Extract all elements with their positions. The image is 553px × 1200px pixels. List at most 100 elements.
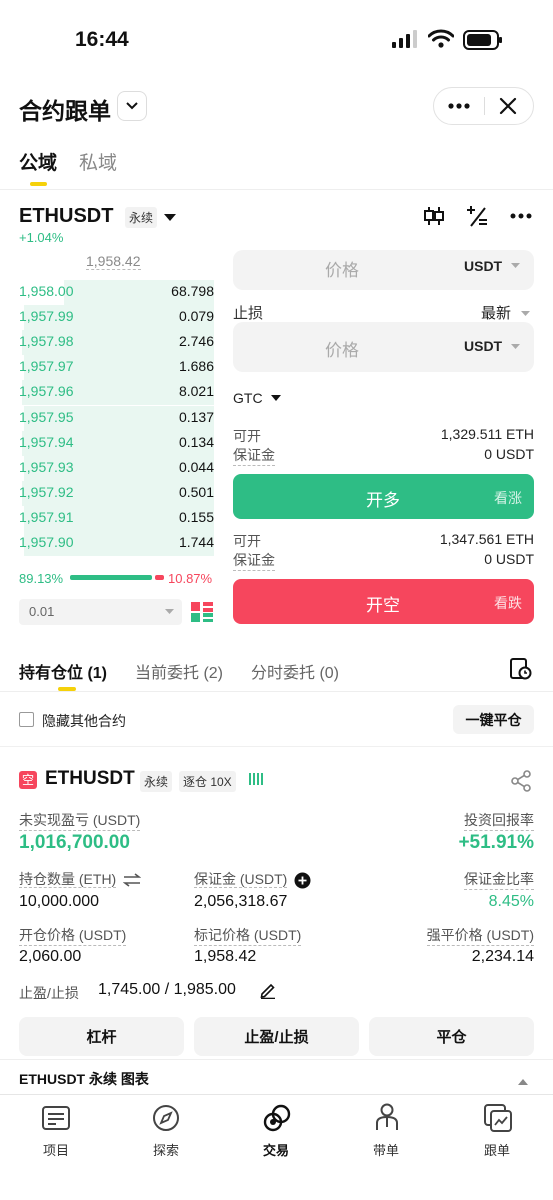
orderbook-row[interactable]: 1,957.99 0.079 xyxy=(0,305,214,331)
tpsl-label: 止盈/止损 xyxy=(19,985,79,1001)
order-history-icon[interactable] xyxy=(509,657,533,686)
bid-quantity: 2.746 xyxy=(178,333,214,350)
orderbook-row[interactable]: 1,957.90 1.744 xyxy=(0,531,214,556)
mark-price-value: 1,958.42 xyxy=(194,948,257,965)
liq-price-label: 强平价格 (USDT) xyxy=(426,925,534,946)
tab-projects-label[interactable]: 项目 xyxy=(1,1140,111,1159)
trigger-label: 最新 xyxy=(481,305,512,322)
tab-copy-icon[interactable] xyxy=(484,1104,512,1137)
title-dropdown-button[interactable] xyxy=(117,91,147,121)
tif-select[interactable]: GTC xyxy=(233,390,282,408)
calculator-icon[interactable] xyxy=(466,205,488,232)
tab-active-indicator xyxy=(30,182,47,186)
divider xyxy=(0,691,553,692)
bid-price: 1,957.99 xyxy=(19,308,74,325)
tab-copy-label[interactable]: 跟单 xyxy=(442,1140,552,1159)
orderbook-row[interactable]: 1,957.97 1.686 xyxy=(0,355,214,381)
entry-price-value: 2,060.00 xyxy=(19,948,82,965)
chart-toggle[interactable]: ETHUSDT 永续 图表 xyxy=(19,1069,149,1089)
bid-price: 1,957.97 xyxy=(19,358,74,375)
edit-tpsl-icon[interactable] xyxy=(259,981,277,1004)
close-all-button[interactable]: 一键平仓 xyxy=(453,705,534,734)
tab-open-orders[interactable]: 当前委托 (2) xyxy=(135,659,223,683)
position-margin-value: 2,056,318.67 xyxy=(194,893,288,910)
caret-down-icon xyxy=(165,609,174,614)
open-long-button[interactable]: 开多 看涨 xyxy=(233,474,534,519)
candlestick-icon[interactable] xyxy=(423,205,445,232)
price-placeholder: 价格 xyxy=(325,261,359,280)
capsule-menu xyxy=(433,87,534,125)
tab-explore-label[interactable]: 探索 xyxy=(111,1140,221,1159)
tab-explore-icon[interactable] xyxy=(152,1104,180,1137)
caret-down-icon xyxy=(511,263,520,268)
orderbook-row[interactable]: 1,958.00 68.798 xyxy=(0,280,214,305)
tab-public[interactable]: 公域 xyxy=(19,148,57,175)
ratio-bar-sell xyxy=(154,575,164,580)
stop-loss-price-input[interactable]: 价格 USDT xyxy=(233,322,534,372)
mid-price: 1,958.42 xyxy=(86,253,141,270)
orderbook-row[interactable]: 1,957.96 8.021 xyxy=(0,380,214,406)
leverage-button[interactable]: 杠杆 xyxy=(19,1017,184,1056)
orderbook-row[interactable]: 1,957.93 0.044 xyxy=(0,455,214,481)
bid-price: 1,957.93 xyxy=(19,458,74,475)
margin-ratio-value: 8.45% xyxy=(488,893,534,910)
position-symbol: ETHUSDT xyxy=(45,768,135,789)
status-time: 16:44 xyxy=(75,28,129,51)
stop-loss-trigger-select[interactable]: 最新 xyxy=(481,302,531,323)
tab-positions[interactable]: 持有仓位 (1) xyxy=(19,659,107,683)
bid-quantity: 0.079 xyxy=(178,308,214,325)
bid-price: 1,957.95 xyxy=(19,408,74,425)
tab-private[interactable]: 私域 xyxy=(79,148,117,175)
orderbook-row[interactable]: 1,957.94 0.134 xyxy=(0,430,214,456)
orderbook-layout-icon[interactable] xyxy=(191,601,213,628)
long-avail-label: 可开 xyxy=(233,428,261,444)
orderbook-row[interactable]: 1,957.98 2.746 xyxy=(0,330,214,356)
bid-price: 1,957.91 xyxy=(19,508,74,525)
open-short-label: 开空 xyxy=(366,596,400,615)
open-short-button[interactable]: 开空 看跌 xyxy=(233,579,534,624)
close-position-button[interactable]: 平仓 xyxy=(369,1017,534,1056)
bid-quantity: 1.744 xyxy=(178,534,214,550)
margin-mode-badge: 逐仓 10X xyxy=(179,771,236,792)
long-avail-value: 1,329.511 ETH xyxy=(440,426,534,442)
bid-price: 1,957.94 xyxy=(19,433,74,450)
more-icon[interactable] xyxy=(444,96,474,116)
chevron-up-icon[interactable] xyxy=(518,1073,528,1091)
tab-trade-icon[interactable] xyxy=(262,1103,292,1138)
short-margin-value: 0 USDT xyxy=(484,551,534,567)
section-divider xyxy=(0,746,553,747)
unit-select[interactable]: USDT xyxy=(464,338,502,354)
symbol-dropdown-icon[interactable] xyxy=(163,210,177,228)
size-label-text: 持仓数量 (ETH) xyxy=(19,871,117,888)
tab-trade-label[interactable]: 交易 xyxy=(221,1140,331,1159)
unit-select[interactable]: USDT xyxy=(464,258,502,274)
precision-select[interactable]: 0.01 xyxy=(19,599,182,625)
tab-twap-orders[interactable]: 分时委托 (0) xyxy=(251,659,339,683)
bid-quantity: 0.501 xyxy=(178,483,214,500)
battery-icon xyxy=(463,30,503,55)
caret-down-icon xyxy=(271,395,282,402)
orderbook-row[interactable]: 1,957.92 0.501 xyxy=(0,480,214,506)
hide-other-checkbox[interactable] xyxy=(19,712,34,727)
contract-type-badge: 永续 xyxy=(125,207,158,228)
tab-lead-icon[interactable] xyxy=(374,1103,400,1136)
bid-price: 1,958.00 xyxy=(19,283,74,299)
take-profit-price-input[interactable]: 价格 USDT xyxy=(233,250,534,290)
buy-ratio: 89.13% xyxy=(19,571,64,586)
margin-ratio-label: 保证金比率 xyxy=(464,869,534,890)
share-icon[interactable] xyxy=(510,770,532,797)
symbol-name[interactable]: ETHUSDT xyxy=(19,205,113,228)
close-icon[interactable] xyxy=(497,95,519,117)
side-badge-text: 空 xyxy=(21,773,34,787)
ratio-bar xyxy=(70,575,164,580)
unrealized-pnl-label: 未实现盈亏 (USDT) xyxy=(19,810,141,831)
add-margin-icon[interactable] xyxy=(294,872,311,889)
orderbook-row[interactable]: 1,957.95 0.137 xyxy=(0,405,214,431)
orderbook-row[interactable]: 1,957.91 0.155 xyxy=(0,505,214,531)
tab-lead-label[interactable]: 带单 xyxy=(331,1140,441,1159)
swap-icon[interactable] xyxy=(122,873,142,887)
tab-projects-icon[interactable] xyxy=(42,1106,70,1135)
more-options-icon[interactable] xyxy=(509,206,533,231)
tpsl-button[interactable]: 止盈/止损 xyxy=(194,1017,359,1056)
price-placeholder: 价格 xyxy=(325,341,359,360)
